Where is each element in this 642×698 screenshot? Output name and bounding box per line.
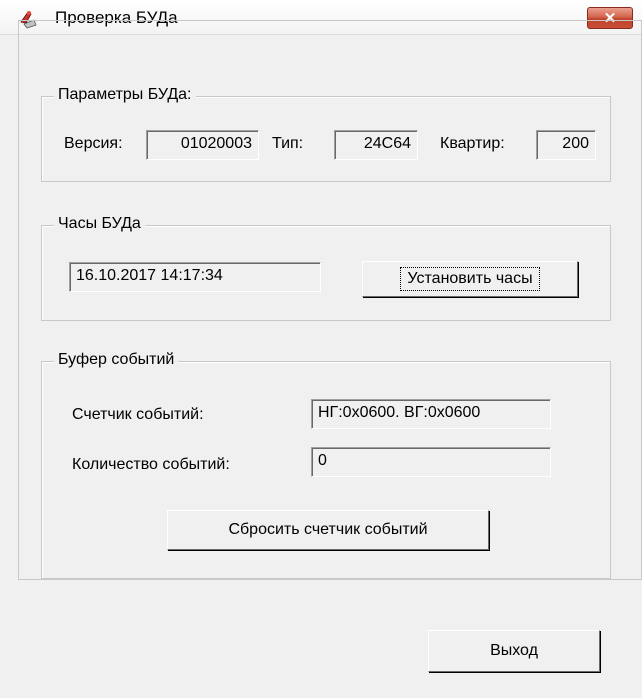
- type-label: Тип:: [272, 135, 304, 152]
- reset-events-button-label: Сбросить счетчик событий: [228, 521, 428, 538]
- reset-events-button[interactable]: Сбросить счетчик событий: [167, 510, 489, 550]
- event-count-field: 0: [311, 447, 551, 477]
- set-clock-button[interactable]: Установить часы: [362, 261, 578, 297]
- params-group: Параметры БУДа: Версия: 01020003 Тип: 24…: [41, 86, 611, 182]
- clock-legend: Часы БУДа: [54, 215, 145, 233]
- exit-button-label: Выход: [490, 642, 538, 659]
- apartments-label: Квартир:: [440, 135, 505, 152]
- clock-group: Часы БУДа 16.10.2017 14:17:34 Установить…: [41, 215, 611, 321]
- clock-datetime-field: 16.10.2017 14:17:34: [69, 262, 321, 292]
- params-legend: Параметры БУДа:: [54, 86, 196, 104]
- event-count-label: Количество событий:: [72, 456, 230, 473]
- version-field: 01020003: [146, 130, 259, 160]
- apartments-field: 200: [536, 130, 596, 160]
- events-group: Буфер событий Счетчик событий: НГ:0x0600…: [41, 351, 611, 579]
- dialog-window: Проверка БУДа ✕ Параметры БУДа: Версия: …: [0, 0, 642, 698]
- event-counter-field: НГ:0x0600. ВГ:0x0600: [311, 399, 551, 429]
- version-label: Версия:: [64, 135, 123, 152]
- event-counter-label: Счетчик событий:: [72, 406, 204, 423]
- exit-button[interactable]: Выход: [428, 630, 600, 672]
- type-field: 24C64: [334, 130, 418, 160]
- events-legend: Буфер событий: [54, 351, 179, 369]
- set-clock-button-label: Установить часы: [400, 267, 540, 291]
